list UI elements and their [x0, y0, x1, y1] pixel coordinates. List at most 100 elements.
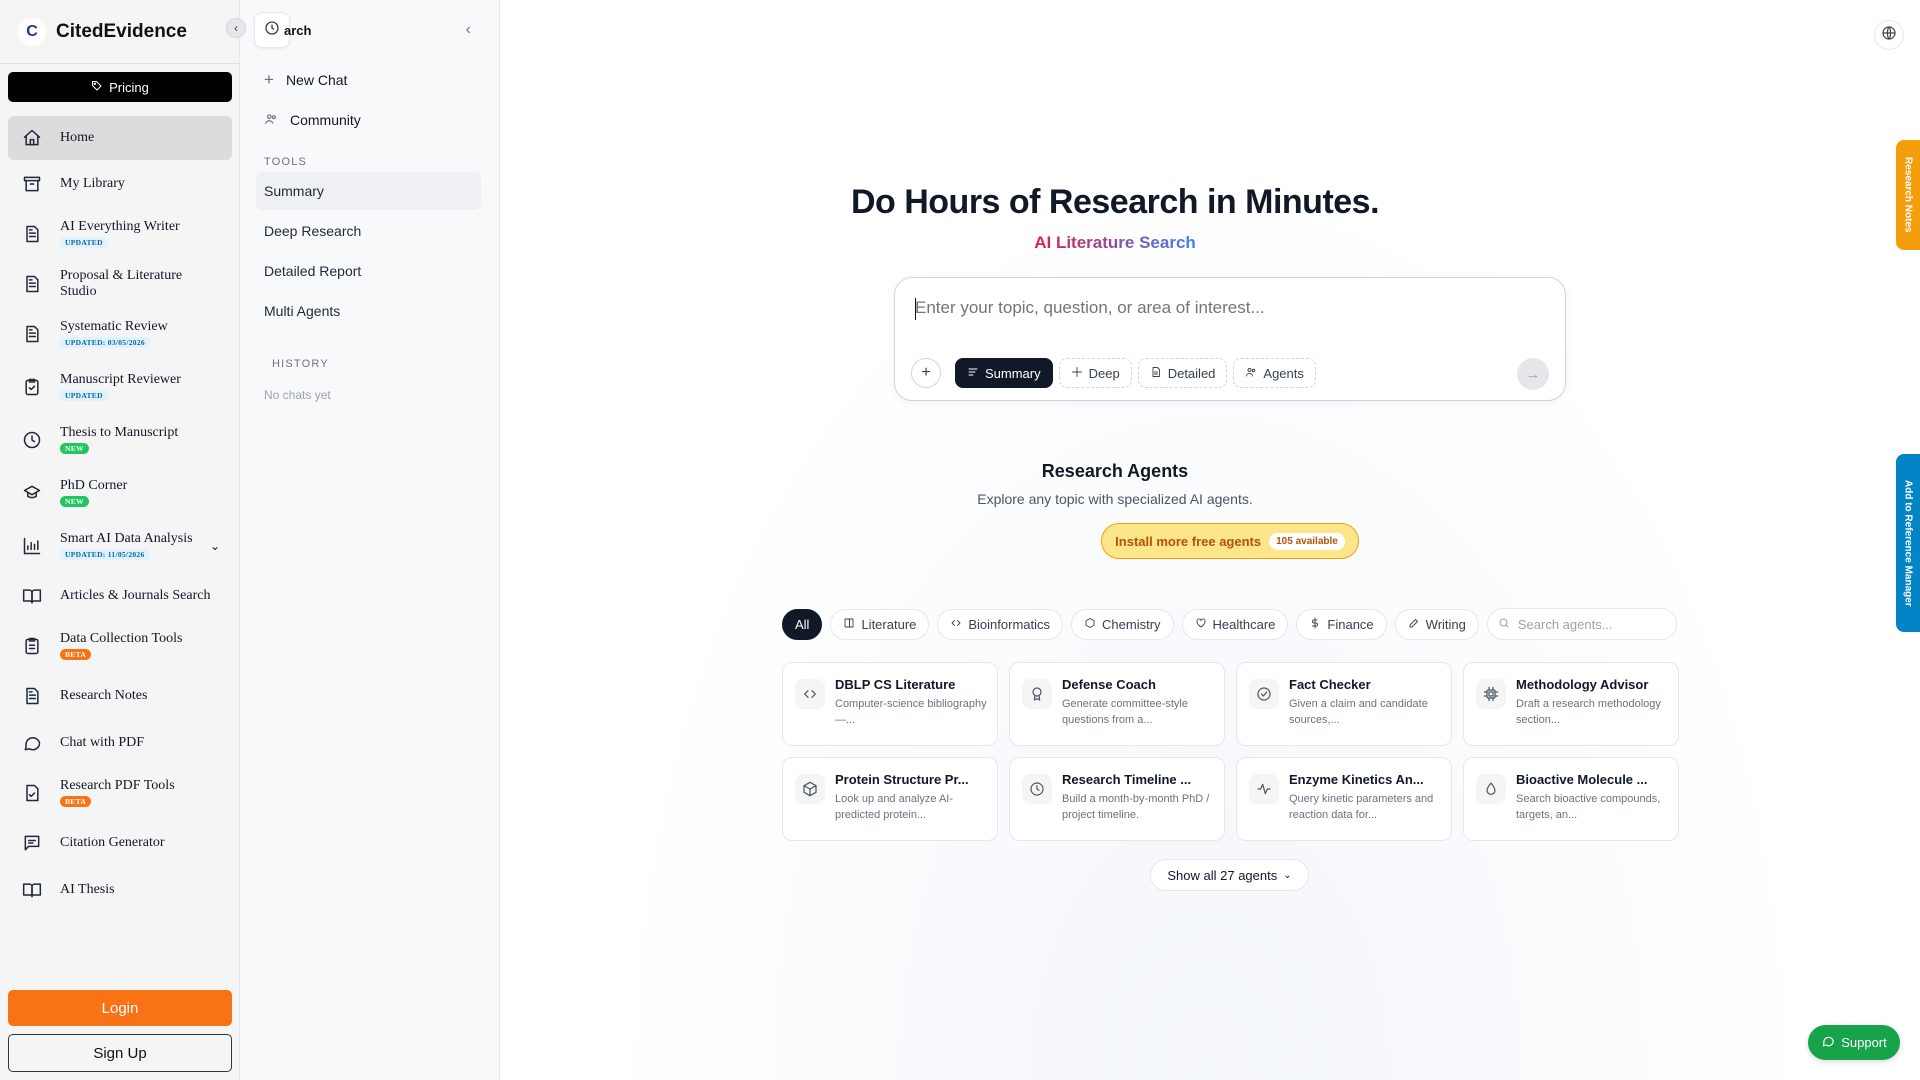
sidebar-item-chat-with-pdf[interactable]: Chat with PDF — [8, 719, 232, 766]
hero-subtitle: AI Literature Search — [500, 233, 1730, 253]
sidebar-item-thesis-to-manuscript[interactable]: Thesis to Manuscript NEW — [8, 413, 232, 466]
reference-manager-tab[interactable]: Add to Reference Manager — [1896, 454, 1920, 632]
agent-card[interactable]: Bioactive Molecule ... Search bioactive c… — [1463, 757, 1679, 841]
mode-agents-button[interactable]: Agents — [1233, 358, 1316, 388]
close-panel-icon[interactable]: ‹ — [466, 21, 471, 39]
filter-chemistry[interactable]: Chemistry — [1071, 608, 1174, 640]
heart-icon — [1195, 617, 1207, 632]
globe-icon — [1881, 25, 1897, 46]
sidebar-item-smart-ai-data-analysis[interactable]: Smart AI Data Analysis UPDATED: 11/05/202… — [8, 519, 232, 572]
mode-selector: + Summary Deep Detailed Agents — [911, 358, 1316, 388]
code-icon — [795, 679, 825, 709]
mode-summary-button[interactable]: Summary — [955, 358, 1053, 388]
mode-label: Agents — [1263, 365, 1304, 381]
agent-card[interactable]: Fact Checker Given a claim and candidate … — [1236, 662, 1452, 746]
status-badge: UPDATED — [60, 237, 108, 248]
language-button[interactable] — [1874, 20, 1904, 50]
sidebar-item-label: Chat with PDF — [60, 734, 145, 750]
sidebar-item-text: Chat with PDF — [60, 735, 144, 751]
mode-deep-button[interactable]: Deep — [1058, 358, 1132, 388]
filter-writing[interactable]: Writing — [1394, 608, 1479, 640]
agent-card[interactable]: Research Timeline ... Build a month-by-mo… — [1009, 757, 1225, 841]
edit-icon — [1408, 617, 1420, 632]
sidebar-item-text: Thesis to Manuscript NEW — [60, 425, 178, 454]
agent-card-body: Fact Checker Given a claim and candidate … — [1289, 677, 1449, 745]
new-chat-label: New Chat — [285, 72, 348, 88]
login-button[interactable]: Login — [8, 990, 232, 1026]
sidebar-item-articles-journals-search[interactable]: Articles & Journals Search — [8, 572, 232, 619]
sidebar-item-ai-everything-writer[interactable]: AI Everything Writer UPDATED — [8, 207, 232, 260]
sidebar-item-manuscript-reviewer[interactable]: Manuscript Reviewer UPDATED — [8, 360, 232, 413]
show-all-agents-button[interactable]: Show all 27 agents ⌄ — [1150, 859, 1309, 891]
sidebar-item-home[interactable]: Home — [8, 116, 232, 160]
sidebar-item-research-notes[interactable]: Research Notes — [8, 672, 232, 719]
filter-healthcare[interactable]: Healthcare — [1181, 608, 1289, 640]
community-label: Community — [290, 112, 361, 128]
agent-card[interactable]: Enzyme Kinetics An... Query kinetic param… — [1236, 757, 1452, 841]
history-heading: HISTORY — [272, 358, 329, 370]
support-button[interactable]: Support — [1808, 1025, 1900, 1060]
sidebar-item-label: Research Notes — [60, 687, 148, 703]
tool-summary[interactable]: Summary — [256, 172, 481, 210]
mode-label: Deep — [1088, 365, 1120, 381]
collapse-sidebar-button[interactable]: ‹ — [226, 18, 246, 38]
bar-chart-icon — [20, 534, 44, 558]
filter-literature[interactable]: Literature — [830, 608, 930, 640]
sidebar-item-data-collection-tools[interactable]: Data Collection Tools BETA — [8, 619, 232, 672]
plus-icon: + — [921, 364, 931, 381]
sidebar-item-proposal-literature-studio[interactable]: Proposal & Literature Studio — [8, 260, 232, 307]
install-agents-button[interactable]: Install more free agents 105 available — [1101, 523, 1359, 559]
brand-logo: C — [18, 17, 46, 46]
filter-finance[interactable]: Finance — [1296, 608, 1387, 640]
agent-card-title: Enzyme Kinetics An... — [1289, 772, 1424, 787]
sidebar-item-label: Thesis to Manuscript — [60, 425, 179, 440]
chevron-down-icon[interactable]: ⌄ — [210, 539, 220, 553]
agent-card[interactable]: Protein Structure Pr... Look up and analy… — [782, 757, 998, 841]
hero-title: Do Hours of Research in Minutes. — [850, 183, 1380, 221]
pricing-button[interactable]: Pricing — [8, 72, 232, 102]
agent-card-title: Defense Coach — [1062, 677, 1156, 692]
send-button[interactable]: → — [1517, 358, 1549, 390]
agent-card-title: DBLP CS Literature — [835, 677, 956, 692]
agent-card[interactable]: Methodology Advisor Draft a research meth… — [1463, 662, 1679, 746]
mode-detailed-button[interactable]: Detailed — [1137, 358, 1228, 388]
filter-bioinformatics[interactable]: Bioinformatics — [937, 608, 1064, 640]
book-open-icon — [20, 584, 44, 608]
sidebar-item-phd-corner[interactable]: PhD Corner NEW — [8, 466, 232, 519]
filter-label: Chemistry — [1102, 616, 1161, 632]
sidebar-item-ai-thesis[interactable]: AI Thesis — [8, 866, 232, 913]
agent-card-title: Methodology Advisor — [1516, 677, 1649, 692]
new-chat-button[interactable]: + New Chat — [240, 60, 499, 100]
chevron-left-icon: ‹ — [234, 21, 238, 35]
status-badge: NEW — [60, 496, 89, 507]
filter-label: Healthcare — [1212, 616, 1276, 632]
agent-card[interactable]: DBLP CS Literature Computer-science bibli… — [782, 662, 998, 746]
brand[interactable]: C CitedEvidence — [0, 0, 239, 64]
signup-button[interactable]: Sign Up — [8, 1034, 232, 1072]
agent-card[interactable]: Defense Coach Generate committee-style qu… — [1009, 662, 1225, 746]
attach-button[interactable]: + — [911, 358, 941, 388]
search-box: + Summary Deep Detailed Agents → — [894, 277, 1566, 401]
agent-card-body: Defense Coach Generate committee-style qu… — [1062, 677, 1222, 745]
agent-search-input[interactable]: Search agents... — [1486, 608, 1677, 640]
sidebar-item-research-pdf-tools[interactable]: Research PDF Tools BETA — [8, 766, 232, 819]
research-notes-tab[interactable]: Research Notes — [1896, 140, 1920, 250]
community-link[interactable]: Community — [240, 100, 499, 140]
tool-multi-agents[interactable]: Multi Agents — [256, 292, 481, 330]
filter-label: Literature — [861, 616, 917, 632]
show-all-label: Show all 27 agents — [1167, 867, 1278, 883]
tool-detailed-report[interactable]: Detailed Report — [256, 252, 481, 290]
tool-deep-research[interactable]: Deep Research — [256, 212, 481, 250]
users-icon — [1245, 366, 1257, 381]
agent-card-title: Research Timeline ... — [1062, 772, 1192, 787]
cpu-icon — [1476, 679, 1506, 709]
search-input[interactable] — [915, 298, 1515, 318]
sidebar-item-my-library[interactable]: My Library — [8, 160, 232, 207]
filter-all[interactable]: All — [782, 608, 823, 640]
sidebar-item-systematic-review[interactable]: Systematic Review UPDATED: 03/05/2026 — [8, 307, 232, 360]
tag-icon — [91, 80, 103, 95]
book-icon — [843, 617, 855, 632]
agent-cards-grid: DBLP CS Literature Computer-science bibli… — [782, 662, 1679, 841]
sidebar-item-citation-generator[interactable]: Citation Generator — [8, 819, 232, 866]
sidebar-item-label: Articles & Journals Search — [60, 587, 211, 603]
